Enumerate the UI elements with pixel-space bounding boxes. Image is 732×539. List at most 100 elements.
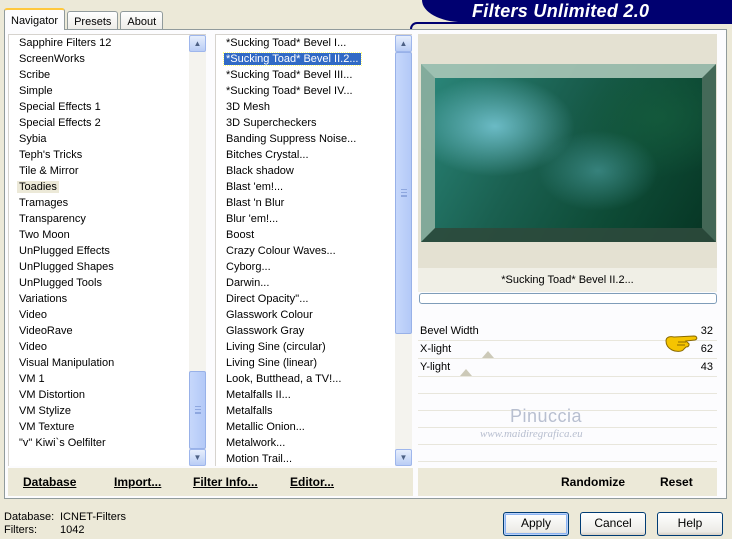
list-item[interactable]: ScreenWorks (9, 51, 189, 67)
filter-info-button[interactable]: Filter Info... (193, 468, 258, 496)
list-item[interactable]: Tramages (9, 195, 189, 211)
cancel-button[interactable]: Cancel (580, 512, 646, 536)
param-label: Bevel Width (420, 325, 479, 337)
list-item[interactable]: Motion Trail... (216, 451, 395, 466)
watermark-site: www.maidiregrafica.eu (480, 428, 583, 440)
database-value: ICNET-Filters (60, 511, 126, 523)
list-item-label: Living Sine (linear) (226, 357, 318, 369)
list-item-label: Blur 'em!... (226, 213, 279, 225)
list-item[interactable]: VM Distortion (9, 387, 189, 403)
randomize-button[interactable]: Randomize (561, 468, 625, 496)
list-item-label: Simple (19, 85, 53, 97)
list-item[interactable]: Special Effects 2 (9, 115, 189, 131)
scroll-up-button[interactable]: ▲ (189, 35, 206, 52)
editor-button[interactable]: Editor... (290, 468, 334, 496)
filter-list[interactable]: *Sucking Toad* Bevel I... *Sucking Toad* … (215, 34, 412, 466)
list-item-label: Visual Manipulation (19, 357, 115, 369)
list-item-label: "v" Kiwi`s Oelfilter (19, 437, 106, 449)
list-item[interactable]: Simple (9, 83, 189, 99)
list-item[interactable]: Scribe (9, 67, 189, 83)
list-item[interactable]: Variations (9, 291, 189, 307)
list-item[interactable]: UnPlugged Effects (9, 243, 189, 259)
list-item[interactable]: Video (9, 339, 189, 355)
param-label: Y-light (420, 361, 451, 373)
list-item[interactable]: "v" Kiwi`s Oelfilter (9, 435, 189, 451)
list-item[interactable]: Direct Opacity''... (216, 291, 395, 307)
tab-presets[interactable]: Presets (67, 11, 119, 30)
list-item[interactable]: Two Moon (9, 227, 189, 243)
list-item[interactable]: Banding Suppress Noise... (216, 131, 395, 147)
list-item[interactable]: Glasswork Colour (216, 307, 395, 323)
list-item[interactable]: Teph's Tricks (9, 147, 189, 163)
list-item[interactable]: Bitches Crystal... (216, 147, 395, 163)
list-item-label: Sybia (19, 133, 47, 145)
list-item[interactable]: VM Stylize (9, 403, 189, 419)
list-item[interactable]: Cyborg... (216, 259, 395, 275)
list-item-label: Metalwork... (226, 437, 286, 449)
list-item[interactable]: *Sucking Toad* Bevel IV... (216, 83, 395, 99)
list-item[interactable]: Metallic Onion... (216, 419, 395, 435)
scroll-down-button[interactable]: ▼ (395, 449, 412, 466)
list-item[interactable]: *Sucking Toad* Bevel I... (216, 35, 395, 51)
slider-indicator-icon (460, 369, 472, 376)
watermark-name: Pinuccia (510, 406, 583, 426)
list-item[interactable]: Living Sine (circular) (216, 339, 395, 355)
list-item[interactable]: Living Sine (linear) (216, 355, 395, 371)
list-item[interactable]: Glasswork Gray (216, 323, 395, 339)
list-item[interactable]: Blast 'em!... (216, 179, 395, 195)
list-item[interactable]: Metalfalls (216, 403, 395, 419)
grip-icon (195, 406, 201, 414)
list-item[interactable]: Boost (216, 227, 395, 243)
list-item[interactable]: Visual Manipulation (9, 355, 189, 371)
list-item[interactable]: Sybia (9, 131, 189, 147)
list-item[interactable]: Darwin... (216, 275, 395, 291)
list-item[interactable]: Transparency (9, 211, 189, 227)
list-item[interactable]: Tile & Mirror (9, 163, 189, 179)
tab-navigator[interactable]: Navigator (4, 8, 66, 30)
category-list[interactable]: Sapphire Filters 12 ScreenWorks Scribe Simp… (8, 34, 206, 466)
list-item[interactable]: Black shadow (216, 163, 395, 179)
list-item[interactable]: 3D Supercheckers (216, 115, 395, 131)
filter-scrollbar[interactable]: ▲ ▼ (395, 35, 412, 466)
list-item[interactable]: Metalwork... (216, 435, 395, 451)
tab-about[interactable]: About (120, 11, 164, 30)
list-item[interactable]: Look, Butthead, a TV!... (216, 371, 395, 387)
list-item[interactable]: UnPlugged Shapes (9, 259, 189, 275)
apply-button[interactable]: Apply (503, 512, 569, 536)
list-item-label: *Sucking Toad* Bevel III... (226, 69, 353, 81)
import-button[interactable]: Import... (114, 468, 161, 496)
database-button[interactable]: Database (23, 468, 76, 496)
scroll-down-button[interactable]: ▼ (189, 449, 206, 466)
list-item[interactable]: VM 1 (9, 371, 189, 387)
list-item[interactable]: Special Effects 1 (9, 99, 189, 115)
list-item[interactable]: *Sucking Toad* Bevel II.2... (216, 51, 395, 67)
slider-indicator-icon (482, 351, 494, 358)
list-item[interactable]: 3D Mesh (216, 99, 395, 115)
list-item[interactable]: UnPlugged Tools (9, 275, 189, 291)
scroll-up-button[interactable]: ▲ (395, 35, 412, 52)
list-item[interactable]: Metalfalls II... (216, 387, 395, 403)
list-item-label: VM Distortion (19, 389, 86, 401)
list-item[interactable]: VideoRave (9, 323, 189, 339)
list-item-label: Sapphire Filters 12 (19, 37, 112, 49)
list-item[interactable]: Crazy Colour Waves... (216, 243, 395, 259)
list-item-label: Banding Suppress Noise... (226, 133, 357, 145)
reset-button[interactable]: Reset (660, 468, 693, 496)
list-item[interactable]: VM Texture (9, 419, 189, 435)
list-item[interactable]: Toadies (9, 179, 189, 195)
app-title: Filters Unlimited 2.0 (472, 1, 650, 21)
list-item-label: Glasswork Colour (226, 309, 313, 321)
list-item[interactable]: Video (9, 307, 189, 323)
list-item-label: Scribe (19, 69, 51, 81)
scroll-thumb[interactable] (189, 371, 206, 449)
list-item-label: Video (19, 341, 47, 353)
list-item[interactable]: Blast 'n Blur (216, 195, 395, 211)
list-item[interactable]: Sapphire Filters 12 (9, 35, 189, 51)
list-item-label: VideoRave (19, 325, 73, 337)
list-item[interactable]: Blur 'em!... (216, 211, 395, 227)
help-button[interactable]: Help (657, 512, 723, 536)
list-item[interactable]: *Sucking Toad* Bevel III... (216, 67, 395, 83)
param-row-y-light[interactable]: Y-light 43 (418, 359, 717, 377)
category-scrollbar[interactable]: ▲ ▼ (189, 35, 206, 466)
scroll-thumb[interactable] (395, 52, 412, 334)
